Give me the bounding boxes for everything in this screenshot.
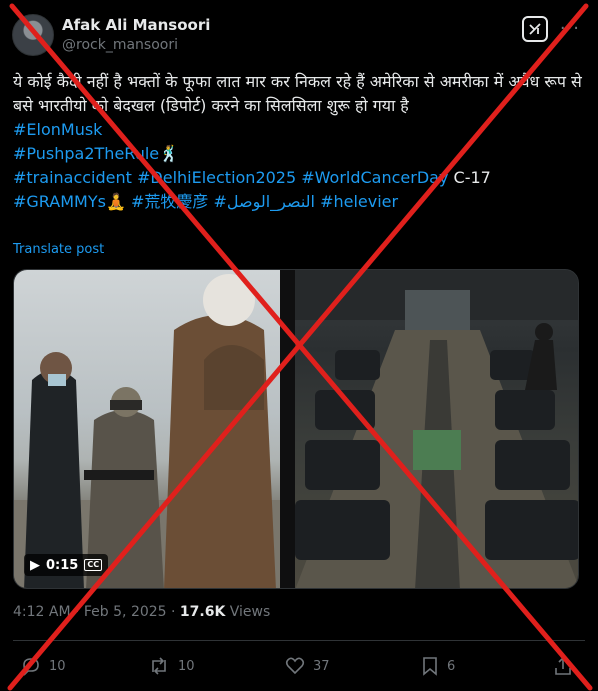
captions-icon[interactable]: CC (84, 559, 103, 571)
like-button[interactable]: 37 (285, 652, 330, 680)
reply-count: 10 (49, 658, 66, 674)
media-container[interactable]: ▶ 0:15 CC (13, 269, 579, 589)
like-count: 37 (313, 658, 330, 674)
hashtag-link[interactable]: #Pushpa2TheRule (13, 144, 159, 163)
bookmark-icon (423, 657, 437, 676)
video-duration: 0:15 (46, 557, 79, 573)
reply-button[interactable]: 10 (21, 652, 66, 680)
image-thumbnail[interactable] (295, 270, 578, 588)
repost-button[interactable]: 10 (148, 652, 195, 680)
more-options-icon[interactable]: ··· (560, 18, 580, 39)
grok-icon[interactable] (522, 16, 548, 42)
author-name[interactable]: Afak Ali Mansoori (62, 16, 210, 34)
hashtag-link[interactable]: #GRAMMYs (13, 192, 106, 211)
play-icon[interactable]: ▶ (30, 558, 40, 573)
share-button[interactable] (553, 652, 573, 680)
views-label: Views (225, 604, 271, 620)
avatar[interactable] (12, 14, 54, 56)
tweet-text-suffix: C-17 (448, 168, 491, 187)
bookmark-count: 6 (447, 658, 456, 674)
meditation-emoji-icon: 🧘 (105, 192, 126, 211)
heart-icon (285, 657, 305, 675)
dancer-emoji-icon: 🕺 (159, 144, 180, 163)
video-thumbnail[interactable] (14, 270, 280, 588)
tweet-text: ये कोई कैदी नहीं है भक्तों के फूफा लात म… (13, 72, 582, 115)
bookmark-button[interactable]: 6 (421, 652, 455, 680)
views-count: 17.6K (179, 604, 226, 620)
reply-icon (23, 658, 39, 676)
video-duration-badge[interactable]: ▶ 0:15 CC (24, 554, 109, 576)
translate-post-link[interactable]: Translate post (13, 242, 104, 257)
hashtag-links[interactable]: #荒牧慶彦 #النصر_الوصل #helevier (126, 192, 398, 211)
post-meta: 4:12 AM · Feb 5, 2025 · 17.6K Views (13, 604, 270, 620)
hashtag-links[interactable]: #trainaccident #DelhiElection2025 #World… (13, 168, 448, 187)
share-icon (555, 656, 571, 675)
post-header: Afak Ali Mansoori @rock_mansoori ··· (12, 12, 586, 60)
post-timestamp[interactable]: 4:12 AM · Feb 5, 2025 · (13, 604, 180, 620)
author-handle[interactable]: @rock_mansoori (62, 37, 178, 53)
repost-icon (152, 657, 166, 675)
hashtag-link[interactable]: #ElonMusk (13, 120, 102, 139)
tweet-body: ये कोई कैदी नहीं है भक्तों के फूफा लात म… (13, 70, 583, 214)
divider (13, 640, 585, 641)
repost-count: 10 (178, 658, 195, 674)
action-bar: 10 10 37 6 (13, 652, 585, 680)
